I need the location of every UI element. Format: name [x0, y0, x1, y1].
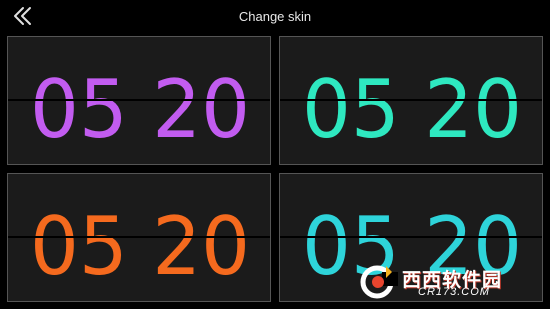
- skin-option-mint[interactable]: 05 20: [279, 36, 543, 165]
- clock-preview: 05 20: [302, 63, 522, 156]
- watermark-logo-icon: [360, 265, 398, 299]
- clock-time: 05 20: [30, 200, 250, 293]
- skin-option-orange[interactable]: 05 20: [7, 173, 271, 302]
- flip-divider: [8, 236, 270, 238]
- clock-preview: 05 20: [30, 63, 250, 156]
- skin-option-purple[interactable]: 05 20: [7, 36, 271, 165]
- clock-time: 05 20: [302, 63, 522, 156]
- watermark: 西西软件园 CR173.COM: [358, 262, 540, 300]
- page-title: Change skin: [238, 9, 312, 24]
- watermark-url: CR173.COM: [418, 286, 490, 298]
- flip-divider: [280, 236, 542, 238]
- clock-preview: 05 20: [30, 200, 250, 293]
- flip-divider: [280, 99, 542, 101]
- top-bar: Change skin: [0, 0, 550, 34]
- clock-time: 05 20: [30, 63, 250, 156]
- flip-divider: [8, 99, 270, 101]
